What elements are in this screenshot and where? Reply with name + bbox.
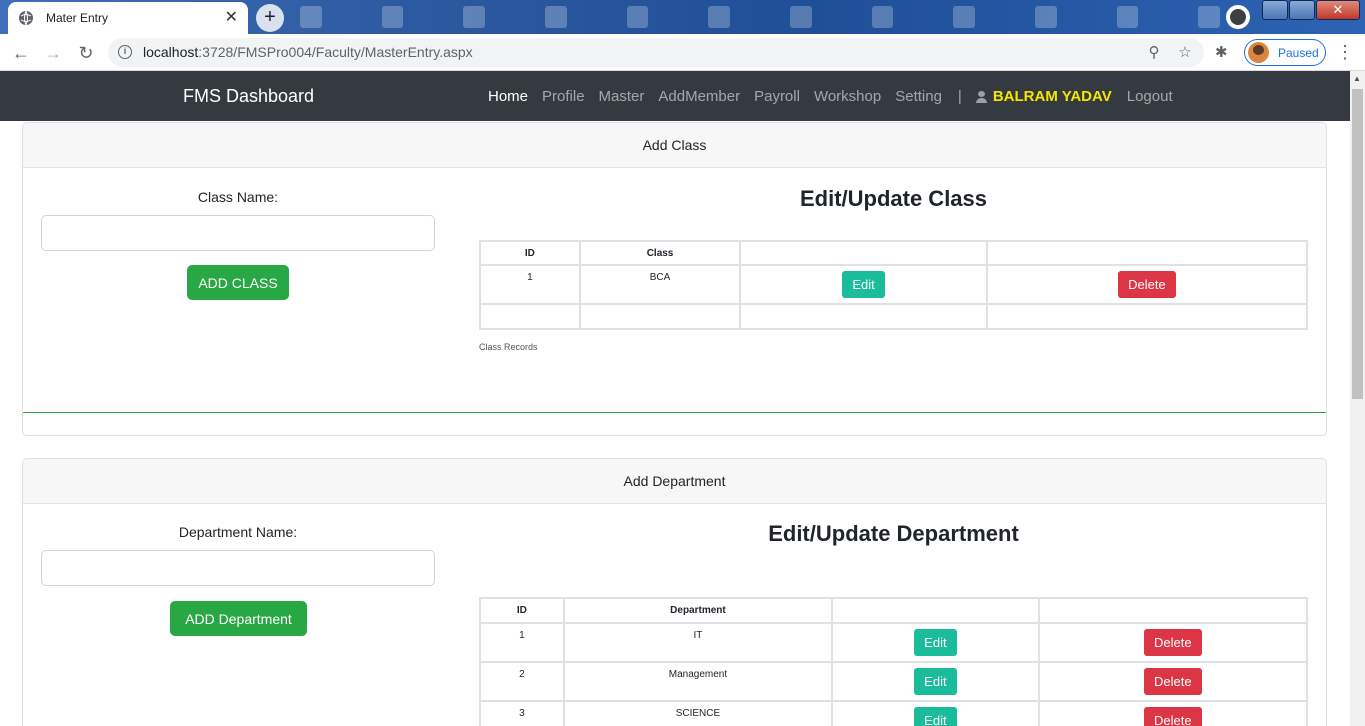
add-class-card: Add Class Class Name: ADD CLASS Edit/Upd… bbox=[22, 122, 1327, 436]
add-department-header: Add Department bbox=[23, 459, 1326, 504]
zoom-icon[interactable]: ⚲ bbox=[1144, 43, 1164, 63]
scrollbar-thumb[interactable] bbox=[1352, 89, 1363, 399]
avatar bbox=[1248, 42, 1269, 63]
class-name-input[interactable] bbox=[41, 215, 435, 251]
dept-col-department: Department bbox=[562, 597, 834, 624]
nav-workshop[interactable]: Workshop bbox=[814, 88, 881, 105]
table-row: 3 SCIENCE Edit Delete bbox=[479, 700, 1309, 726]
user-name: BALRAM YADAV bbox=[992, 88, 1112, 105]
nav-separator: | bbox=[957, 88, 962, 105]
edit-department-button[interactable]: Edit bbox=[914, 668, 957, 695]
dept-col-edit bbox=[831, 597, 1040, 624]
edit-class-button[interactable]: Edit bbox=[842, 271, 885, 298]
table-row: 1 IT Edit Delete bbox=[479, 622, 1309, 663]
user-icon bbox=[975, 90, 987, 103]
dept-name-cell: Management bbox=[562, 661, 834, 702]
table-row: 1 BCA Edit Delete bbox=[479, 264, 1309, 305]
class-name-label: Class Name: bbox=[197, 189, 279, 205]
bookmark-star-icon[interactable]: ☆ bbox=[1175, 43, 1195, 63]
desktop-taskbar-icons bbox=[300, 4, 1221, 30]
scroll-up-icon[interactable]: ▲ bbox=[1353, 74, 1361, 83]
class-name-cell: BCA bbox=[578, 264, 742, 305]
browser-menu-icon[interactable]: ⋮ bbox=[1336, 42, 1354, 63]
browser-toolbar: ← → ↻ i localhost:3728/FMSPro004/Faculty… bbox=[0, 34, 1365, 71]
page-scrollbar[interactable]: ▲ bbox=[1350, 71, 1365, 726]
page-viewport: FMS Dashboard Home Profile Master AddMem… bbox=[0, 71, 1350, 726]
table-row-empty bbox=[479, 303, 1309, 330]
dept-name-cell: IT bbox=[562, 622, 834, 663]
new-tab-button[interactable]: + bbox=[256, 4, 284, 32]
maximize-window-button[interactable] bbox=[1289, 0, 1315, 20]
department-table: ID Department 1 IT Edit Delete 2 Managem… bbox=[479, 597, 1309, 726]
close-window-button[interactable]: ✕ bbox=[1316, 0, 1360, 20]
class-table: ID Class 1 BCA Edit Delete bbox=[479, 240, 1309, 330]
add-class-header: Add Class bbox=[23, 123, 1326, 168]
tab-search-icon[interactable] bbox=[1226, 5, 1250, 29]
department-name-input[interactable] bbox=[41, 550, 435, 586]
dept-id-cell: 3 bbox=[479, 700, 565, 726]
dept-id-cell: 2 bbox=[479, 661, 565, 702]
edit-class-title: Edit/Update Class bbox=[799, 186, 988, 211]
delete-class-button[interactable]: Delete bbox=[1118, 271, 1176, 298]
back-arrow-icon[interactable]: ← bbox=[8, 40, 34, 66]
profile-paused-button[interactable]: Paused bbox=[1244, 39, 1326, 66]
tab-title: Mater Entry bbox=[46, 11, 109, 25]
browser-titlebar: Mater Entry ✕ + ✕ bbox=[0, 0, 1365, 34]
globe-icon bbox=[19, 10, 33, 26]
class-col-class: Class bbox=[578, 240, 742, 266]
site-info-icon[interactable]: i bbox=[118, 45, 132, 59]
class-col-id: ID bbox=[479, 240, 581, 266]
dept-id-cell: 1 bbox=[479, 622, 565, 663]
navbar-links: Home Profile Master AddMember Payroll Wo… bbox=[488, 88, 1187, 105]
class-col-edit bbox=[739, 240, 988, 266]
nav-user[interactable]: BALRAM YADAV bbox=[975, 88, 1112, 105]
browser-tab[interactable]: Mater Entry ✕ bbox=[8, 2, 248, 34]
department-name-label: Department Name: bbox=[178, 524, 298, 540]
divider bbox=[23, 412, 1326, 413]
dept-col-delete bbox=[1037, 597, 1309, 624]
delete-department-button[interactable]: Delete bbox=[1144, 629, 1202, 656]
nav-profile[interactable]: Profile bbox=[542, 88, 585, 105]
class-col-delete bbox=[985, 240, 1309, 266]
reload-icon[interactable]: ↻ bbox=[73, 40, 99, 66]
nav-payroll[interactable]: Payroll bbox=[754, 88, 800, 105]
minimize-window-button[interactable] bbox=[1262, 0, 1288, 20]
edit-department-button[interactable]: Edit bbox=[914, 629, 957, 656]
address-bar[interactable]: i localhost:3728/FMSPro004/Faculty/Maste… bbox=[108, 38, 1204, 67]
add-department-card: Add Department Department Name: ADD Depa… bbox=[22, 458, 1327, 726]
profile-status-label: Paused bbox=[1278, 45, 1319, 60]
add-class-button[interactable]: ADD CLASS bbox=[187, 265, 289, 300]
class-id-cell: 1 bbox=[479, 264, 581, 305]
dept-name-cell: SCIENCE bbox=[562, 700, 834, 726]
add-department-button[interactable]: ADD Department bbox=[170, 601, 307, 636]
table-row: 2 Management Edit Delete bbox=[479, 661, 1309, 702]
nav-logout[interactable]: Logout bbox=[1127, 88, 1173, 105]
close-tab-icon[interactable]: ✕ bbox=[225, 10, 238, 26]
nav-setting[interactable]: Setting bbox=[895, 88, 942, 105]
nav-master[interactable]: Master bbox=[599, 88, 645, 105]
delete-department-button[interactable]: Delete bbox=[1144, 668, 1202, 695]
delete-department-button[interactable]: Delete bbox=[1144, 707, 1202, 726]
edit-department-button[interactable]: Edit bbox=[914, 707, 957, 726]
class-table-caption: Class Records bbox=[479, 342, 538, 352]
extensions-puzzle-icon[interactable]: ✱ bbox=[1215, 43, 1235, 63]
edit-department-title: Edit/Update Department bbox=[768, 521, 1019, 546]
nav-home[interactable]: Home bbox=[488, 88, 528, 105]
site-navbar: FMS Dashboard Home Profile Master AddMem… bbox=[0, 71, 1350, 121]
url-text[interactable]: localhost:3728/FMSPro004/Faculty/MasterE… bbox=[143, 44, 473, 60]
navbar-brand[interactable]: FMS Dashboard bbox=[183, 86, 314, 107]
nav-addmember[interactable]: AddMember bbox=[658, 88, 740, 105]
forward-arrow-icon[interactable]: → bbox=[40, 40, 66, 66]
dept-col-id: ID bbox=[479, 597, 565, 624]
